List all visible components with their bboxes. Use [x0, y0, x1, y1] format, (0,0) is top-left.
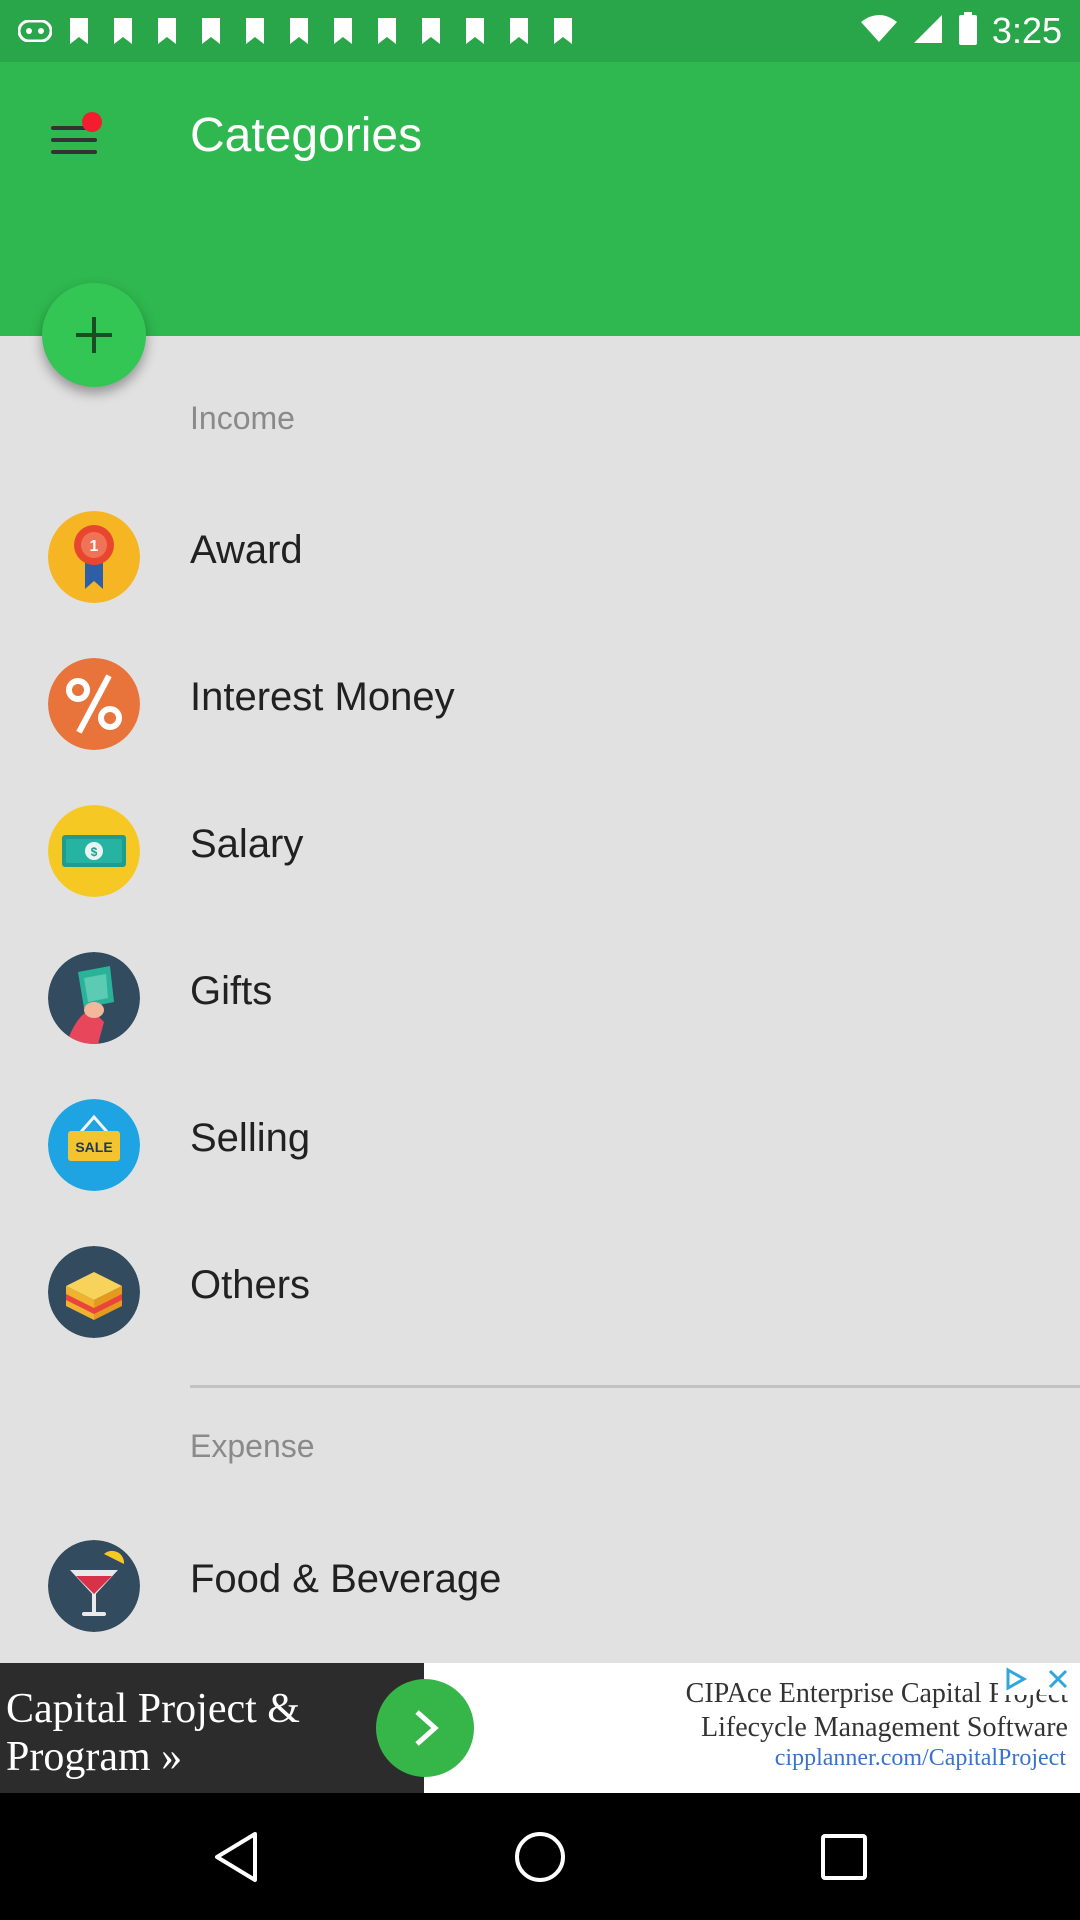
add-category-button[interactable] [42, 283, 146, 387]
svg-text:1: 1 [90, 538, 99, 555]
notification-icon [546, 16, 580, 46]
category-label: Others [190, 1263, 311, 1307]
ad-close-button[interactable] [1040, 1663, 1076, 1695]
cocktail-icon [48, 1540, 140, 1632]
status-bar: 3:25 [0, 0, 1080, 62]
category-row-gifts[interactable]: Gifts [0, 937, 1080, 1057]
recents-button[interactable] [804, 1817, 884, 1897]
gift-money-icon [48, 952, 140, 1044]
ad-open-button[interactable] [376, 1679, 474, 1777]
notification-icon [18, 16, 52, 46]
award-icon: 1 [48, 511, 140, 603]
category-row-others[interactable]: Others [0, 1231, 1080, 1351]
notification-icon [458, 16, 492, 46]
back-icon [215, 1832, 257, 1882]
home-icon [515, 1832, 565, 1882]
ad-headline-panel: Capital Project & Program » [0, 1663, 424, 1793]
cash-icon: $ [48, 805, 140, 897]
notification-icon [106, 16, 140, 46]
ad-banner[interactable]: Capital Project & Program » CIPAce Enter… [0, 1663, 1080, 1793]
plus-icon [76, 317, 112, 353]
notification-icon [370, 16, 404, 46]
category-row-salary[interactable]: $ Salary [0, 790, 1080, 910]
signal-icon [912, 13, 944, 50]
category-label: Salary [190, 822, 304, 866]
notification-icon [238, 16, 272, 46]
sale-tag-icon: SALE [48, 1099, 140, 1191]
section-divider [190, 1385, 1080, 1388]
wifi-icon [860, 14, 898, 49]
notification-icon [282, 16, 316, 46]
ad-headline: Capital Project & Program » [6, 1686, 300, 1780]
category-row-food-beverage[interactable]: Food & Beverage [0, 1525, 1080, 1645]
notification-icon [502, 16, 536, 46]
box-icon [48, 1246, 140, 1338]
notification-icons [18, 16, 580, 46]
chevron-right-icon [415, 1710, 439, 1746]
category-label: Interest Money [190, 675, 455, 719]
svg-text:$: $ [91, 845, 98, 859]
svg-text:SALE: SALE [75, 1139, 112, 1155]
percent-icon [48, 658, 140, 750]
notification-icon [326, 16, 360, 46]
ad-url: cipplanner.com/CapitalProject [774, 1745, 1066, 1771]
home-button[interactable] [500, 1817, 580, 1897]
category-row-award[interactable]: 1 Award [0, 496, 1080, 616]
notification-dot [82, 112, 102, 132]
back-button[interactable] [196, 1817, 276, 1897]
notification-icon [414, 16, 448, 46]
close-icon [1048, 1669, 1068, 1689]
category-label: Selling [190, 1116, 311, 1160]
notification-icon [150, 16, 184, 46]
system-nav-bar [0, 1793, 1080, 1920]
category-label: Award [190, 528, 303, 572]
page-title: Categories [190, 109, 423, 162]
ad-body: CIPAce Enterprise Capital Project Lifecy… [685, 1678, 1068, 1743]
category-row-interest-money[interactable]: Interest Money [0, 643, 1080, 763]
category-row-selling[interactable]: SALE Selling [0, 1084, 1080, 1204]
notification-icon [194, 16, 228, 46]
adchoices-icon[interactable] [998, 1663, 1034, 1695]
status-time: 3:25 [991, 10, 1062, 51]
category-label: Gifts [190, 969, 273, 1013]
expense-section-title: Expense [190, 1428, 315, 1464]
category-label: Food & Beverage [190, 1557, 502, 1601]
battery-icon [958, 11, 978, 51]
recents-icon [821, 1834, 867, 1880]
income-section-title: Income [190, 400, 295, 436]
app-bar: Categories [0, 62, 1080, 336]
status-right: 3:25 [860, 10, 1062, 52]
notification-icon [62, 16, 96, 46]
